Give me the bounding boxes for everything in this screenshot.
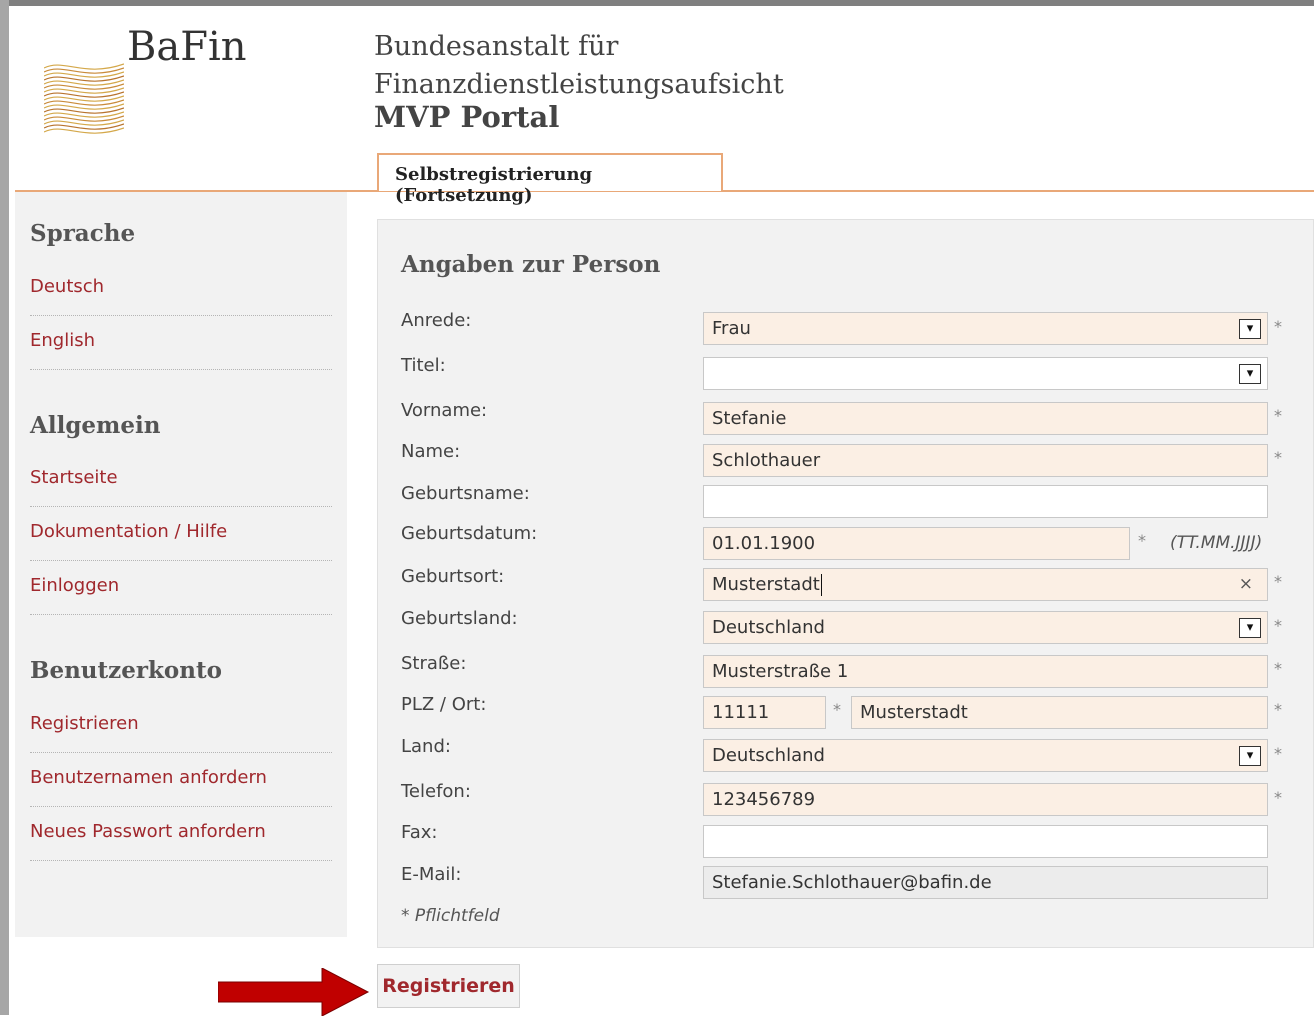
label-land: Land: [401,736,451,757]
sidebar-divider [30,614,332,615]
label-fax: Fax: [401,822,438,843]
label-titel: Titel: [401,355,446,376]
tab-selbstregistrierung[interactable]: Selbstregistrierung (Fortsetzung) [377,153,723,206]
sidebar-link-einloggen[interactable]: Einloggen [30,575,332,596]
required-star: * [1274,659,1282,678]
sidebar-divider [30,315,332,316]
portal-title: MVP Portal [374,100,560,134]
plz-input[interactable]: 11111 [703,696,826,729]
clear-icon[interactable]: × [1239,569,1253,600]
ort-input[interactable]: Musterstadt [851,696,1268,729]
anrede-value: Frau [712,318,751,339]
registrieren-button[interactable]: Registrieren [377,964,520,1008]
chevron-down-icon: ▾ [1239,319,1261,339]
tab-label: Selbstregistrierung (Fortsetzung) [395,164,593,206]
required-star: * [1274,616,1282,635]
required-star: * [1274,788,1282,807]
geburtsdatum-input[interactable]: 01.01.1900 [703,527,1130,560]
sidebar-link-passwort[interactable]: Neues Passwort anfordern [30,821,332,842]
chevron-down-icon: ▾ [1239,618,1261,638]
fax-input[interactable] [703,825,1268,858]
geburtsort-value: Musterstadt [712,574,820,595]
sidebar-link-benutzernamen[interactable]: Benutzernamen anfordern [30,767,332,788]
agency-name: Bundesanstalt für Finanzdienstleistungsa… [374,28,784,104]
required-field-note: * Pflichtfeld [401,906,500,926]
sidebar-link-deutsch[interactable]: Deutsch [30,276,332,297]
agency-name-line1: Bundesanstalt für [374,31,619,62]
form-title: Angaben zur Person [401,251,661,278]
date-format-hint: (TT.MM.JJJJ) [1170,533,1263,553]
label-geburtsname: Geburtsname: [401,483,530,504]
label-geburtsort: Geburtsort: [401,566,505,587]
vorname-input[interactable]: Stefanie [703,402,1268,435]
sidebar-heading-benutzerkonto: Benutzerkonto [30,657,222,684]
sidebar-heading-allgemein: Allgemein [30,412,161,439]
sidebar-divider [30,752,332,753]
required-star: * [1274,700,1282,719]
label-geburtsdatum: Geburtsdatum: [401,523,538,544]
label-plz-ort: PLZ / Ort: [401,694,487,715]
geburtsland-value: Deutschland [712,617,825,638]
sidebar-heading-sprache: Sprache [30,220,136,247]
telefon-input[interactable]: 123456789 [703,783,1268,816]
email-field[interactable]: Stefanie.Schlothauer@bafin.de [703,866,1268,899]
required-star: * [1274,317,1282,336]
sidebar-link-registrieren[interactable]: Registrieren [30,713,332,734]
chevron-down-icon: ▾ [1239,746,1261,766]
label-name: Name: [401,441,461,462]
bafin-logo-icon [44,63,124,134]
sidebar-link-startseite[interactable]: Startseite [30,467,332,488]
sidebar-divider [30,506,332,507]
sidebar-divider [30,860,332,861]
geburtsname-input[interactable] [703,485,1268,518]
geburtsland-select[interactable]: Deutschland ▾ [703,611,1268,644]
land-select[interactable]: Deutschland ▾ [703,739,1268,772]
label-telefon: Telefon: [401,781,471,802]
required-star: * [1274,406,1282,425]
sidebar-divider [30,806,332,807]
agency-name-line2: Finanzdienstleistungsaufsicht [374,69,784,100]
label-strasse: Straße: [401,653,467,674]
sidebar-divider [30,369,332,370]
sidebar-link-english[interactable]: English [30,330,332,351]
label-anrede: Anrede: [401,310,472,331]
text-cursor [820,574,822,596]
required-star: * [1138,531,1146,550]
anrede-select[interactable]: Frau ▾ [703,312,1268,345]
sidebar-divider [30,560,332,561]
sidebar-link-dokumentation[interactable]: Dokumentation / Hilfe [30,521,332,542]
strasse-input[interactable]: Musterstraße 1 [703,655,1268,688]
window-frame-top [0,0,1314,6]
required-star: * [1274,744,1282,763]
geburtsort-input[interactable]: Musterstadt × [703,568,1268,601]
name-input[interactable]: Schlothauer [703,444,1268,477]
required-star: * [1274,572,1282,591]
required-star: * [833,700,841,719]
required-star: * [1274,448,1282,467]
window-frame-left [0,0,9,1015]
titel-select[interactable]: ▾ [703,357,1268,390]
label-geburtsland: Geburtsland: [401,608,518,629]
arrow-right-icon [218,968,370,1016]
label-vorname: Vorname: [401,400,488,421]
land-value: Deutschland [712,745,825,766]
chevron-down-icon: ▾ [1239,364,1261,384]
bafin-logo-text: BaFin [127,24,247,70]
label-email: E-Mail: [401,864,462,885]
